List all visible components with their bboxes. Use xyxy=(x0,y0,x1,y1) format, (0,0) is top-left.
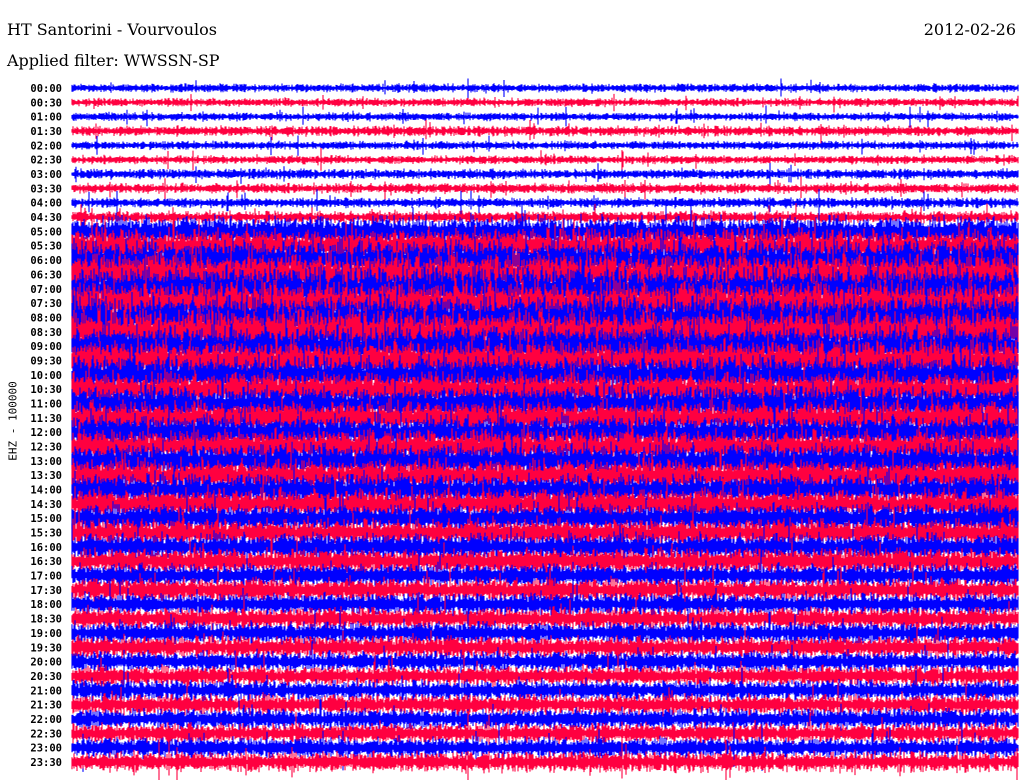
row-time-label: 11:30 xyxy=(30,413,62,425)
row-time-label: 15:00 xyxy=(30,513,62,525)
row-time-label: 05:30 xyxy=(30,241,62,253)
row-time-label: 05:00 xyxy=(30,226,62,238)
row-time-label: 09:30 xyxy=(30,355,62,367)
row-time-label: 01:30 xyxy=(30,126,62,138)
row-time-label: 17:00 xyxy=(30,571,62,583)
row-time-label: 13:30 xyxy=(30,470,62,482)
row-time-label: 21:00 xyxy=(30,685,62,697)
row-time-label: 07:30 xyxy=(30,298,62,310)
row-time-label: 09:00 xyxy=(30,341,62,353)
row-time-label: 01:00 xyxy=(30,112,62,124)
row-time-label: 08:30 xyxy=(30,327,62,339)
row-time-label: 00:00 xyxy=(30,83,62,95)
row-time-label: 14:00 xyxy=(30,485,62,497)
row-time-label: 23:30 xyxy=(30,757,62,769)
row-time-label: 20:30 xyxy=(30,671,62,683)
row-time-label: 22:00 xyxy=(30,714,62,726)
row-time-label: 08:00 xyxy=(30,312,62,324)
row-time-label: 04:00 xyxy=(30,198,62,210)
row-time-label: 15:30 xyxy=(30,528,62,540)
row-time-label: 10:00 xyxy=(30,370,62,382)
trace-row-0200 xyxy=(71,135,1019,156)
row-time-label: 14:30 xyxy=(30,499,62,511)
row-time-label: 19:30 xyxy=(30,642,62,654)
row-time-label: 11:00 xyxy=(30,398,62,410)
row-time-label: 00:30 xyxy=(30,97,62,109)
helicorder-plot: 00:00 00:30 01:00 01:30 02:00 02:30 03:00 03:30… xyxy=(30,78,1019,780)
row-time-label: 16:00 xyxy=(30,542,62,554)
trace-row-0230 xyxy=(71,147,1019,172)
trace-row-0100 xyxy=(71,105,1019,128)
row-time-label: 20:00 xyxy=(30,657,62,669)
row-time-label: 02:00 xyxy=(30,140,62,152)
row-time-label: 23:00 xyxy=(30,743,62,755)
trace-row-0330 xyxy=(71,176,1019,201)
row-time-label: 18:00 xyxy=(30,599,62,611)
row-time-label: 07:00 xyxy=(30,284,62,296)
row-time-label: 02:30 xyxy=(30,155,62,167)
row-time-label: 16:30 xyxy=(30,556,62,568)
row-time-label: 22:30 xyxy=(30,728,62,740)
row-time-label: 18:30 xyxy=(30,614,62,626)
row-time-label: 10:30 xyxy=(30,384,62,396)
trace-row-0130 xyxy=(71,119,1019,144)
row-time-label: 17:30 xyxy=(30,585,62,597)
row-time-label: 12:00 xyxy=(30,427,62,439)
trace-row-0400 xyxy=(71,189,1019,216)
trace-row-0000 xyxy=(71,78,1019,99)
row-time-label: 13:00 xyxy=(30,456,62,468)
trace-row-0030 xyxy=(71,93,1019,113)
row-time-label: 06:30 xyxy=(30,269,62,281)
trace-row-0300 xyxy=(71,163,1019,187)
row-time-label: 03:30 xyxy=(30,183,62,195)
row-time-label: 19:00 xyxy=(30,628,62,640)
row-time-label: 03:00 xyxy=(30,169,62,181)
row-time-label: 12:30 xyxy=(30,442,62,454)
row-time-label: 04:30 xyxy=(30,212,62,224)
row-time-label: 06:00 xyxy=(30,255,62,267)
row-time-label: 21:30 xyxy=(30,700,62,712)
